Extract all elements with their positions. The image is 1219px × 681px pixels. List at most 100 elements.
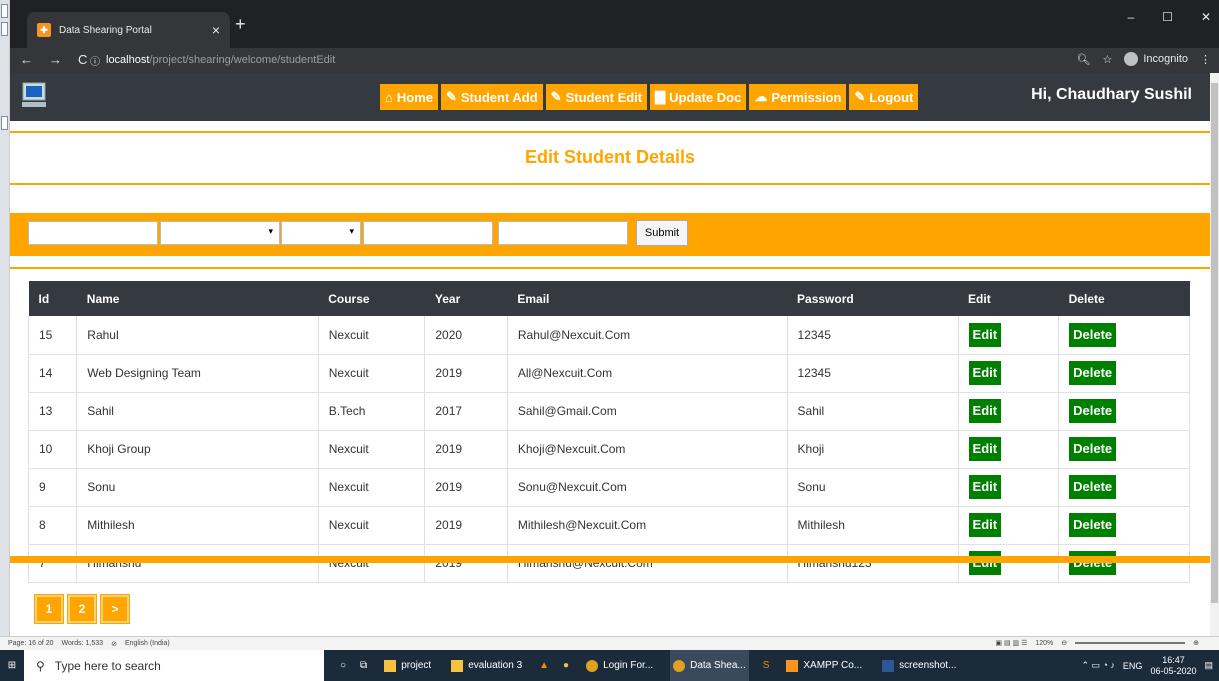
taskbar-item[interactable]: evaluation 3 (448, 650, 525, 681)
language-indicator[interactable]: ENG (1123, 661, 1143, 671)
delete-button[interactable]: Delete (1069, 399, 1117, 423)
table-cell: Rahul@Nexcuit.Com (506, 316, 788, 355)
year-select[interactable] (281, 221, 361, 245)
tray-icons[interactable]: ⌃ ▭ ◔ ♪ (1081, 660, 1114, 671)
cortana-icon[interactable]: ○ (340, 660, 346, 671)
app-icon[interactable]: ● (563, 660, 569, 671)
search-icon: ⚲ (36, 658, 45, 673)
table-row: 7 Himanshu Nexcuit 2019 Himanshu@Nexcuit.Com… (27, 544, 1190, 583)
new-tab-button[interactable]: + (235, 14, 246, 35)
pencil-icon: ✎ (445, 89, 457, 104)
page-count[interactable]: Page: 16 of 20 (8, 640, 54, 648)
edit-button[interactable]: Edit (968, 513, 1002, 537)
windows-taskbar: ⊞ ⚲ Type here to search ○ ⧉ project eval… (0, 650, 1219, 681)
zoom-out-icon[interactable]: ⊖ (1061, 639, 1067, 647)
edit-button[interactable]: Edit (968, 361, 1002, 385)
info-icon[interactable]: ⓘ (90, 53, 100, 68)
table-cell: 2019 (424, 468, 508, 507)
star-icon[interactable]: ☆ (1102, 53, 1112, 66)
delete-button[interactable]: Delete (1069, 513, 1117, 537)
notification-icon[interactable]: ▤ (1204, 660, 1213, 671)
nav-student-add[interactable]: ✎ Student Add (440, 84, 543, 110)
nav-permission[interactable]: ☁ Permission (749, 84, 847, 110)
delete-button[interactable]: Delete (1069, 475, 1117, 499)
table-row: 13 Sahil B.Tech 2017 Sahil@Gmail.Com Sahil Edi… (27, 392, 1190, 431)
taskbar-item[interactable]: project (381, 650, 434, 681)
nav-update-doc[interactable]: ▇ Update Doc (650, 84, 747, 110)
table-cell: Mithilesh (786, 506, 959, 545)
table-cell: Delete (1058, 468, 1190, 507)
minimize-button[interactable]: – (1127, 10, 1134, 24)
taskbar-item[interactable]: screenshot... (879, 650, 959, 681)
task-view-icon[interactable]: ⧉ (360, 660, 367, 671)
table-cell: 12345 (786, 316, 959, 355)
menu-icon[interactable]: ⋮ (1200, 53, 1211, 66)
zoom-slider[interactable] (1075, 642, 1186, 644)
back-button[interactable]: ← (20, 52, 33, 67)
divider (10, 131, 1210, 133)
language-label[interactable]: English (India) (125, 640, 170, 648)
delete-button[interactable]: Delete (1069, 551, 1117, 575)
clock[interactable]: 16:47 06-05-2020 (1150, 655, 1196, 677)
close-window-button[interactable]: ✕ (1201, 10, 1211, 24)
zoom-level[interactable]: 120% (1035, 640, 1053, 647)
edit-button[interactable]: Edit (968, 399, 1002, 423)
table-cell: Sonu (76, 468, 319, 507)
taskbar-item[interactable]: Data Shea... (670, 650, 749, 681)
browser-tab[interactable]: ✚ Data Shearing Portal × (27, 12, 230, 48)
maximize-button[interactable]: ☐ (1162, 10, 1173, 24)
edit-button[interactable]: Edit (968, 437, 1002, 461)
page-button[interactable]: 2 (67, 594, 97, 624)
next-page-button[interactable]: > (100, 594, 130, 624)
delete-button[interactable]: Delete (1069, 361, 1117, 385)
nav-logout[interactable]: ✎ Logout (849, 84, 919, 110)
page-scrollbar[interactable] (1210, 73, 1219, 636)
nav-student-edit[interactable]: ✎ Student Edit (545, 84, 648, 110)
forward-button[interactable]: → (49, 52, 62, 67)
taskbar-item[interactable]: XAMPP Co... (783, 650, 865, 681)
taskbar-item[interactable]: Login For... (583, 650, 656, 681)
edit-button[interactable]: Edit (968, 475, 1002, 499)
windows-start-icon[interactable]: ⊞ (0, 660, 24, 671)
view-icons[interactable]: ▣ ▤ ▥ ☰ (995, 639, 1027, 647)
table-row: 14 Web Designing Team Nexcuit 2019 All@Nexcu… (27, 354, 1190, 393)
reload-button[interactable]: C (78, 52, 87, 67)
word-count[interactable]: Words: 1,533 (62, 640, 104, 648)
nav-label: Home (396, 89, 433, 105)
pencil-icon: ✎ (854, 89, 866, 104)
close-tab-icon[interactable]: × (212, 22, 220, 38)
zoom-in-icon[interactable]: ⊕ (1193, 639, 1199, 647)
table-cell: Edit (957, 506, 1060, 545)
column-header: Course (318, 281, 425, 316)
name-input[interactable] (28, 221, 158, 245)
column-header: Edit (958, 281, 1059, 316)
page-button[interactable]: 1 (34, 594, 64, 624)
email-input[interactable] (363, 221, 493, 245)
table-cell: Nexcuit (317, 468, 426, 507)
nav-home[interactable]: ⌂ Home (380, 84, 438, 110)
address-bar[interactable]: ⓘ localhost/project/shearing/welcome/stu… (90, 50, 1180, 70)
edit-button[interactable]: Edit (968, 322, 1002, 347)
table-cell: 9 (27, 468, 78, 507)
zoom-icon[interactable]: 🔍︎ (1077, 53, 1091, 66)
taskbar-search[interactable]: ⚲ Type here to search (24, 650, 324, 681)
table-cell: Rahul (76, 316, 319, 355)
table-cell: 7 (27, 544, 78, 583)
vlc-icon[interactable]: ▲ (539, 660, 549, 671)
delete-button[interactable]: Delete (1069, 437, 1117, 461)
submit-button[interactable]: Submit (636, 220, 688, 246)
table-cell: Edit (957, 316, 1060, 355)
proofing-icon[interactable]: ⊘ (111, 640, 117, 648)
table-cell: Edit (957, 392, 1060, 431)
edit-button[interactable]: Edit (968, 551, 1002, 575)
table-cell: Delete (1058, 544, 1190, 583)
password-input[interactable] (498, 221, 628, 245)
computer-logo-icon[interactable] (20, 81, 48, 109)
incognito-badge[interactable]: Incognito (1124, 52, 1188, 66)
table-cell: Edit (957, 468, 1060, 507)
course-select[interactable] (160, 221, 280, 245)
nav-label: Permission (771, 89, 842, 105)
delete-button[interactable]: Delete (1069, 322, 1117, 347)
sublime-icon[interactable]: S (763, 660, 770, 671)
column-header: Password (787, 281, 959, 316)
